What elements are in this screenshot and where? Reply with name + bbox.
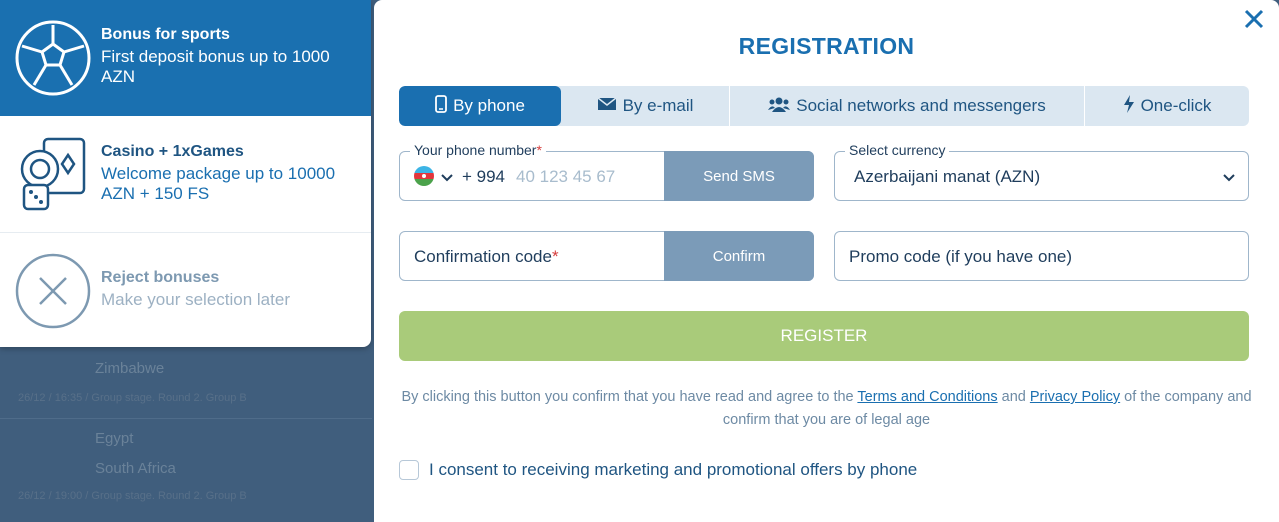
reject-x-icon [14, 252, 92, 330]
tab-social-networks[interactable]: Social networks and messengers [730, 86, 1085, 126]
close-icon[interactable] [1243, 8, 1265, 30]
phone-label-text: Your phone number [414, 142, 537, 158]
azerbaijan-flag-icon[interactable] [414, 166, 434, 186]
chevron-down-icon [1222, 170, 1236, 188]
privacy-policy-link[interactable]: Privacy Policy [1030, 389, 1120, 405]
marketing-consent: I consent to receiving marketing and pro… [399, 460, 917, 480]
tab-by-email[interactable]: By e-mail [561, 86, 730, 126]
confirmation-code-label: Confirmation code* [414, 247, 559, 267]
chevron-down-icon[interactable] [440, 170, 454, 188]
required-mark: * [536, 142, 542, 158]
lightning-icon [1123, 94, 1141, 118]
send-sms-button[interactable]: Send SMS [664, 151, 814, 201]
tab-label: One-click [1140, 96, 1212, 115]
currency-value: Azerbaijani manat (AZN) [854, 167, 1041, 186]
promo-code-input[interactable] [849, 244, 1229, 270]
bonus-description: Welcome package up to 10000 AZN + 150 FS [101, 164, 336, 203]
soccer-ball-icon [14, 19, 92, 97]
casino-chips-cards-icon [14, 135, 92, 213]
phone-field-label: Your phone number* [410, 142, 546, 158]
legal-text: By clicking this button you confirm that… [401, 389, 858, 405]
tab-label: By phone [453, 96, 525, 115]
bg-divider [0, 418, 372, 419]
consent-checkbox[interactable] [399, 460, 419, 480]
bonus-title: Reject bonuses [101, 269, 220, 286]
bg-team-name: Zimbabwe [95, 360, 165, 377]
bonus-description: Make your selection later [101, 290, 290, 309]
bonus-title: Bonus for sports [101, 26, 230, 43]
currency-select[interactable]: Select currency Azerbaijani manat (AZN) [834, 142, 1249, 201]
tab-label: Social networks and messengers [796, 96, 1046, 115]
tab-by-phone[interactable]: By phone [399, 86, 561, 126]
bg-team-name: South Africa [95, 460, 176, 477]
modal-title: REGISTRATION [738, 33, 915, 59]
registration-modal: REGISTRATION By phone By e-mail Social n… [374, 0, 1279, 522]
phone-number-field: Your phone number* + 994 Send SMS [399, 142, 814, 201]
bonus-option-reject[interactable]: Reject bonuses Make your selection later [0, 232, 371, 347]
tab-one-click[interactable]: One-click [1085, 86, 1249, 126]
phone-input[interactable] [516, 164, 656, 190]
registration-tabs: By phone By e-mail Social networks and m… [399, 86, 1249, 126]
phone-icon [435, 94, 453, 118]
currency-field-label: Select currency [845, 142, 950, 158]
register-button[interactable]: REGISTER [399, 311, 1249, 361]
legal-text: and [997, 389, 1030, 405]
people-icon [768, 96, 796, 117]
bg-match-info: 26/12 / 19:00 / Group stage. Round 2. Gr… [18, 490, 247, 502]
terms-link[interactable]: Terms and Conditions [857, 389, 997, 405]
required-mark: * [551, 247, 559, 266]
confirmation-code-field[interactable]: Confirmation code* Confirm [399, 231, 814, 281]
bg-match-info: 26/12 / 16:35 / Group stage. Round 2. Gr… [18, 392, 247, 404]
legal-notice: By clicking this button you confirm that… [394, 386, 1259, 432]
bg-team-name: Egypt [95, 430, 134, 447]
promo-code-field [834, 231, 1249, 281]
bonus-title: Casino + 1xGames [101, 143, 244, 160]
tab-label: By e-mail [622, 96, 694, 115]
envelope-icon [597, 96, 623, 116]
confirm-button[interactable]: Confirm [664, 231, 814, 281]
bonus-option-sports[interactable]: Bonus for sports First deposit bonus up … [0, 0, 371, 116]
phone-country-code: + 994 [462, 167, 506, 186]
bonus-description: First deposit bonus up to 1000 AZN [101, 47, 330, 86]
bonus-option-casino[interactable]: Casino + 1xGames Welcome package up to 1… [0, 116, 371, 232]
consent-label: I consent to receiving marketing and pro… [429, 460, 918, 479]
bonus-panel: Bonus for sports First deposit bonus up … [0, 0, 371, 347]
confirmation-label-text: Confirmation code [414, 247, 552, 266]
